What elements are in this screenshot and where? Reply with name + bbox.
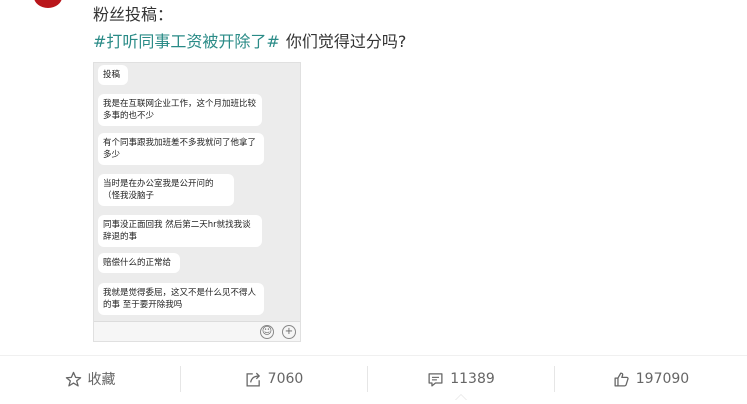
avatar[interactable] bbox=[34, 0, 62, 8]
post-question: 你们觉得过分吗? bbox=[285, 32, 407, 51]
thumbs-up-icon bbox=[614, 371, 629, 387]
chat-screenshot-image[interactable]: 投稿 我是在互联网企业工作，这个月加班比较多事的也不少 有个同事跟我加班差不多我… bbox=[93, 62, 301, 342]
chat-message: 投稿 bbox=[98, 65, 128, 85]
chat-message: 有个同事跟我加班差不多我就问了他拿了多少 bbox=[98, 133, 264, 165]
plus-icon: + bbox=[282, 325, 296, 339]
topic-tag-link[interactable]: #打听同事工资被开除了# bbox=[93, 32, 280, 51]
comment-count: 11389 bbox=[450, 371, 495, 387]
chat-message: 当时是在办公室我是公开问的（怪我没脑子 bbox=[98, 174, 234, 206]
post-headline: #打听同事工资被开除了# 你们觉得过分吗? bbox=[93, 31, 406, 53]
post-intro: 粉丝投稿： bbox=[93, 5, 174, 24]
chat-input-bar: ☺ + bbox=[94, 321, 300, 341]
favorite-label: 收藏 bbox=[87, 372, 116, 388]
chat-message: 赔偿什么的正常给 bbox=[98, 253, 180, 273]
repost-button[interactable]: 7060 bbox=[181, 356, 367, 402]
repost-count: 7060 bbox=[267, 371, 304, 387]
chat-message: 我是在互联网企业工作，这个月加班比较多事的也不少 bbox=[98, 94, 262, 126]
comment-pointer-caret bbox=[455, 394, 467, 400]
chat-message: 我就是觉得委屈，这又不是什么见不得人的事 至于要开除我吗 bbox=[98, 283, 264, 315]
comment-bubble-icon bbox=[428, 372, 443, 387]
emoji-icon: ☺ bbox=[260, 325, 274, 339]
action-bar: 收藏 7060 11389 197090 bbox=[0, 356, 747, 404]
favorite-button[interactable]: 收藏 bbox=[0, 356, 180, 402]
chat-message: 同事没正面回我 然后第二天hr就找我谈辞退的事 bbox=[98, 215, 262, 247]
like-count: 197090 bbox=[635, 371, 690, 387]
share-arrow-icon bbox=[246, 372, 260, 387]
like-button[interactable]: 197090 bbox=[555, 356, 747, 402]
star-icon bbox=[65, 371, 81, 387]
